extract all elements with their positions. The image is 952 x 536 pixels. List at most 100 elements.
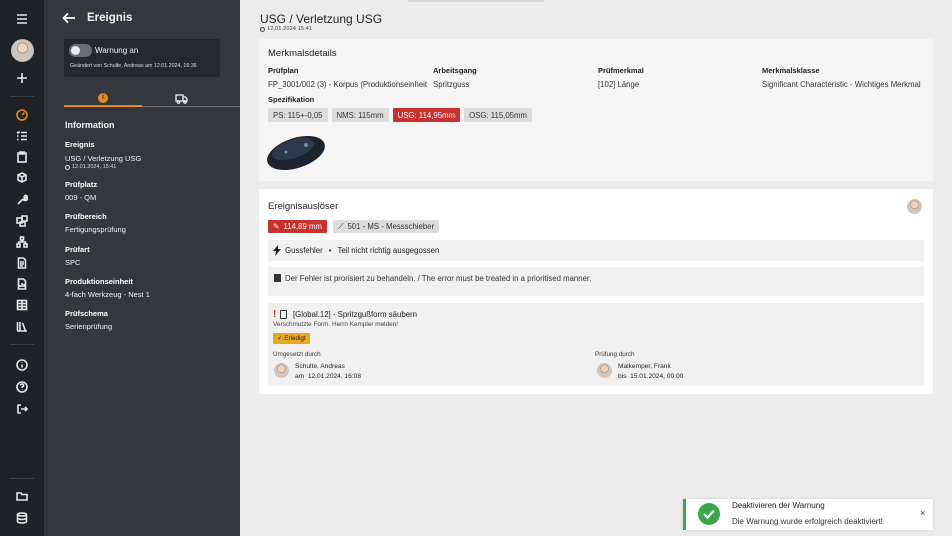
defect-description: Teil nicht richtig ausgegossen bbox=[337, 246, 440, 255]
note-text: Der Fehler ist prorisiert zu behandeln. … bbox=[285, 274, 592, 283]
event-detail-panel: Ereignis Warnung an Geändert von Schulte… bbox=[44, 0, 240, 536]
warning-box: Warnung an Geändert von Schulte, Andreas… bbox=[64, 39, 220, 77]
field-label: Prüfbereich bbox=[65, 212, 107, 221]
column-pruefmerkmal: Prüfmerkmal [102] Länge bbox=[598, 66, 644, 89]
file-chart-icon[interactable] bbox=[11, 275, 33, 293]
help-icon[interactable] bbox=[11, 378, 33, 396]
user-avatar[interactable] bbox=[11, 39, 34, 62]
note-icon bbox=[274, 274, 281, 282]
puzzle-icon[interactable] bbox=[11, 212, 33, 230]
column-merkmalsklasse: Merkmalsklasse Significant Characteristi… bbox=[762, 66, 921, 89]
spec-chips: PS: 115+-0,05 NMS: 115mm USG: 114,95mm O… bbox=[268, 108, 532, 122]
clock-icon bbox=[260, 26, 265, 32]
page-timestamp: 12.01.2024 15:41 bbox=[260, 26, 312, 32]
wrench-icon[interactable] bbox=[11, 191, 33, 209]
check-by-name: Malkemper, Frank bbox=[618, 363, 671, 370]
task-description: Verschmutzte Form. Herrn Kempler melden! bbox=[273, 321, 399, 328]
clipboard-icon bbox=[280, 310, 287, 319]
document-icon[interactable] bbox=[11, 254, 33, 272]
avatar[interactable] bbox=[907, 199, 922, 214]
column-label: Prüfplan bbox=[268, 66, 299, 75]
field-value: SPC bbox=[65, 258, 81, 267]
column-value: Significant Characteristic - Wichtiges M… bbox=[762, 80, 921, 89]
tab-delivery[interactable] bbox=[142, 90, 220, 107]
column-value: FP_3001/002 (3) - Korpus (Produktionsein… bbox=[268, 80, 428, 89]
part-image[interactable] bbox=[266, 127, 330, 173]
field-pruefart: Prüfart SPC bbox=[65, 245, 90, 267]
column-value: Spritzguss bbox=[433, 80, 470, 89]
field-value: USG / Verletzung USG bbox=[65, 154, 142, 163]
done-by-name: Schulte, Andreas bbox=[295, 363, 345, 370]
field-label: Prüfart bbox=[65, 245, 90, 254]
gauge-tag: ⟋ 501 - MS - Messschieber bbox=[332, 220, 440, 233]
tab-information[interactable]: i bbox=[64, 90, 142, 107]
back-arrow-icon[interactable] bbox=[62, 11, 76, 25]
menu-icon[interactable] bbox=[11, 10, 33, 28]
spec-chip: NMS: 115mm bbox=[331, 108, 389, 122]
warning-toggle-label: Warnung an bbox=[95, 46, 139, 55]
column-value: [102] Länge bbox=[598, 80, 640, 89]
close-icon[interactable]: × bbox=[920, 508, 925, 518]
field-value: 009 - QM bbox=[65, 193, 97, 202]
spec-label: Spezifikation bbox=[268, 95, 315, 104]
avatar bbox=[274, 363, 289, 378]
status-badge: ✓ Erledigt bbox=[273, 333, 310, 344]
success-toast: Deaktivieren der Warnung Die Warnung wur… bbox=[683, 499, 933, 530]
table-icon[interactable] bbox=[11, 296, 33, 314]
database-icon[interactable] bbox=[11, 509, 33, 527]
plus-icon[interactable] bbox=[11, 69, 33, 87]
panel-tabs: i bbox=[64, 90, 240, 107]
field-value: 4-fach Werkzeug - Nest 1 bbox=[65, 290, 150, 299]
toast-heading: Deaktivieren der Warnung bbox=[732, 501, 825, 510]
library-icon[interactable] bbox=[11, 317, 33, 335]
card-title: Ereignisauslöser bbox=[268, 201, 339, 212]
note-row: Der Fehler ist prorisiert zu behandeln. … bbox=[268, 267, 924, 296]
task-title[interactable]: [Global.12] - Spritzgußform säubern bbox=[293, 310, 417, 319]
field-timestamp: 12.01.2024, 15:41 bbox=[65, 164, 141, 170]
nav-rail bbox=[0, 0, 44, 536]
clipboard-icon[interactable] bbox=[11, 148, 33, 166]
dashboard-icon[interactable] bbox=[11, 106, 33, 124]
logout-icon[interactable] bbox=[11, 400, 33, 418]
divider bbox=[10, 478, 34, 479]
field-label: Ereignis bbox=[65, 140, 95, 149]
field-label: Prüfschema bbox=[65, 309, 108, 318]
info-icon[interactable] bbox=[11, 356, 33, 374]
folder-icon[interactable] bbox=[11, 487, 33, 505]
ruler-icon: ✎ bbox=[273, 222, 280, 231]
defect-type: Gussfehler bbox=[285, 246, 323, 255]
bullet: • bbox=[328, 246, 332, 255]
avatar bbox=[597, 363, 612, 378]
field-ereignis: Ereignis USG / Verletzung USG 12.01.2024… bbox=[65, 140, 141, 170]
defect-row: Gussfehler • Teil nicht richtig ausgegosse… bbox=[268, 240, 924, 261]
bolt-icon bbox=[273, 245, 281, 256]
card-title: Merkmalsdetails bbox=[268, 48, 337, 59]
top-scroll-hint bbox=[408, 0, 544, 2]
divider bbox=[10, 344, 34, 345]
check-by-label: Prüfung durch bbox=[595, 351, 635, 358]
panel-title: Ereignis bbox=[87, 12, 133, 24]
check-by-date: bis 15.01.2024, 00:00 bbox=[618, 373, 684, 380]
field-produktionseinheit: Produktionseinheit 4-fach Werkzeug - Nes… bbox=[65, 277, 150, 299]
sitemap-icon[interactable] bbox=[11, 233, 33, 251]
cubes-icon[interactable] bbox=[11, 169, 33, 187]
spec-chip: PS: 115+-0,05 bbox=[268, 108, 328, 122]
info-icon: i bbox=[98, 92, 108, 103]
field-label: Prüfplatz bbox=[65, 180, 98, 189]
spec-chip-violated: USG: 114,95mm bbox=[392, 108, 461, 122]
warning-toggle[interactable] bbox=[69, 44, 92, 57]
exclamation-icon: ! bbox=[273, 309, 277, 320]
done-by-label: Umgesetzt durch bbox=[273, 351, 321, 358]
column-label: Prüfmerkmal bbox=[598, 66, 644, 75]
page-title: USG / Verletzung USG bbox=[260, 12, 383, 26]
caliper-icon: ⟋ bbox=[337, 221, 344, 231]
trigger-card: Ereignisauslöser ✎ 114,89 mm ⟋ 501 - MS - … bbox=[259, 189, 933, 394]
warning-meta: Geändert von Schulte, Andreas am 12.01.2… bbox=[70, 63, 197, 69]
measured-value-tag: ✎ 114,89 mm bbox=[268, 220, 327, 233]
column-arbeitsgang: Arbeitsgang Spritzguss bbox=[433, 66, 477, 89]
column-label: Arbeitsgang bbox=[433, 66, 477, 75]
column-label: Merkmalsklasse bbox=[762, 66, 820, 75]
task-row: ! [Global.12] - Spritzgußform säubern Ve… bbox=[268, 303, 924, 386]
checklist-icon[interactable] bbox=[11, 127, 33, 145]
section-heading: Information bbox=[65, 120, 115, 130]
